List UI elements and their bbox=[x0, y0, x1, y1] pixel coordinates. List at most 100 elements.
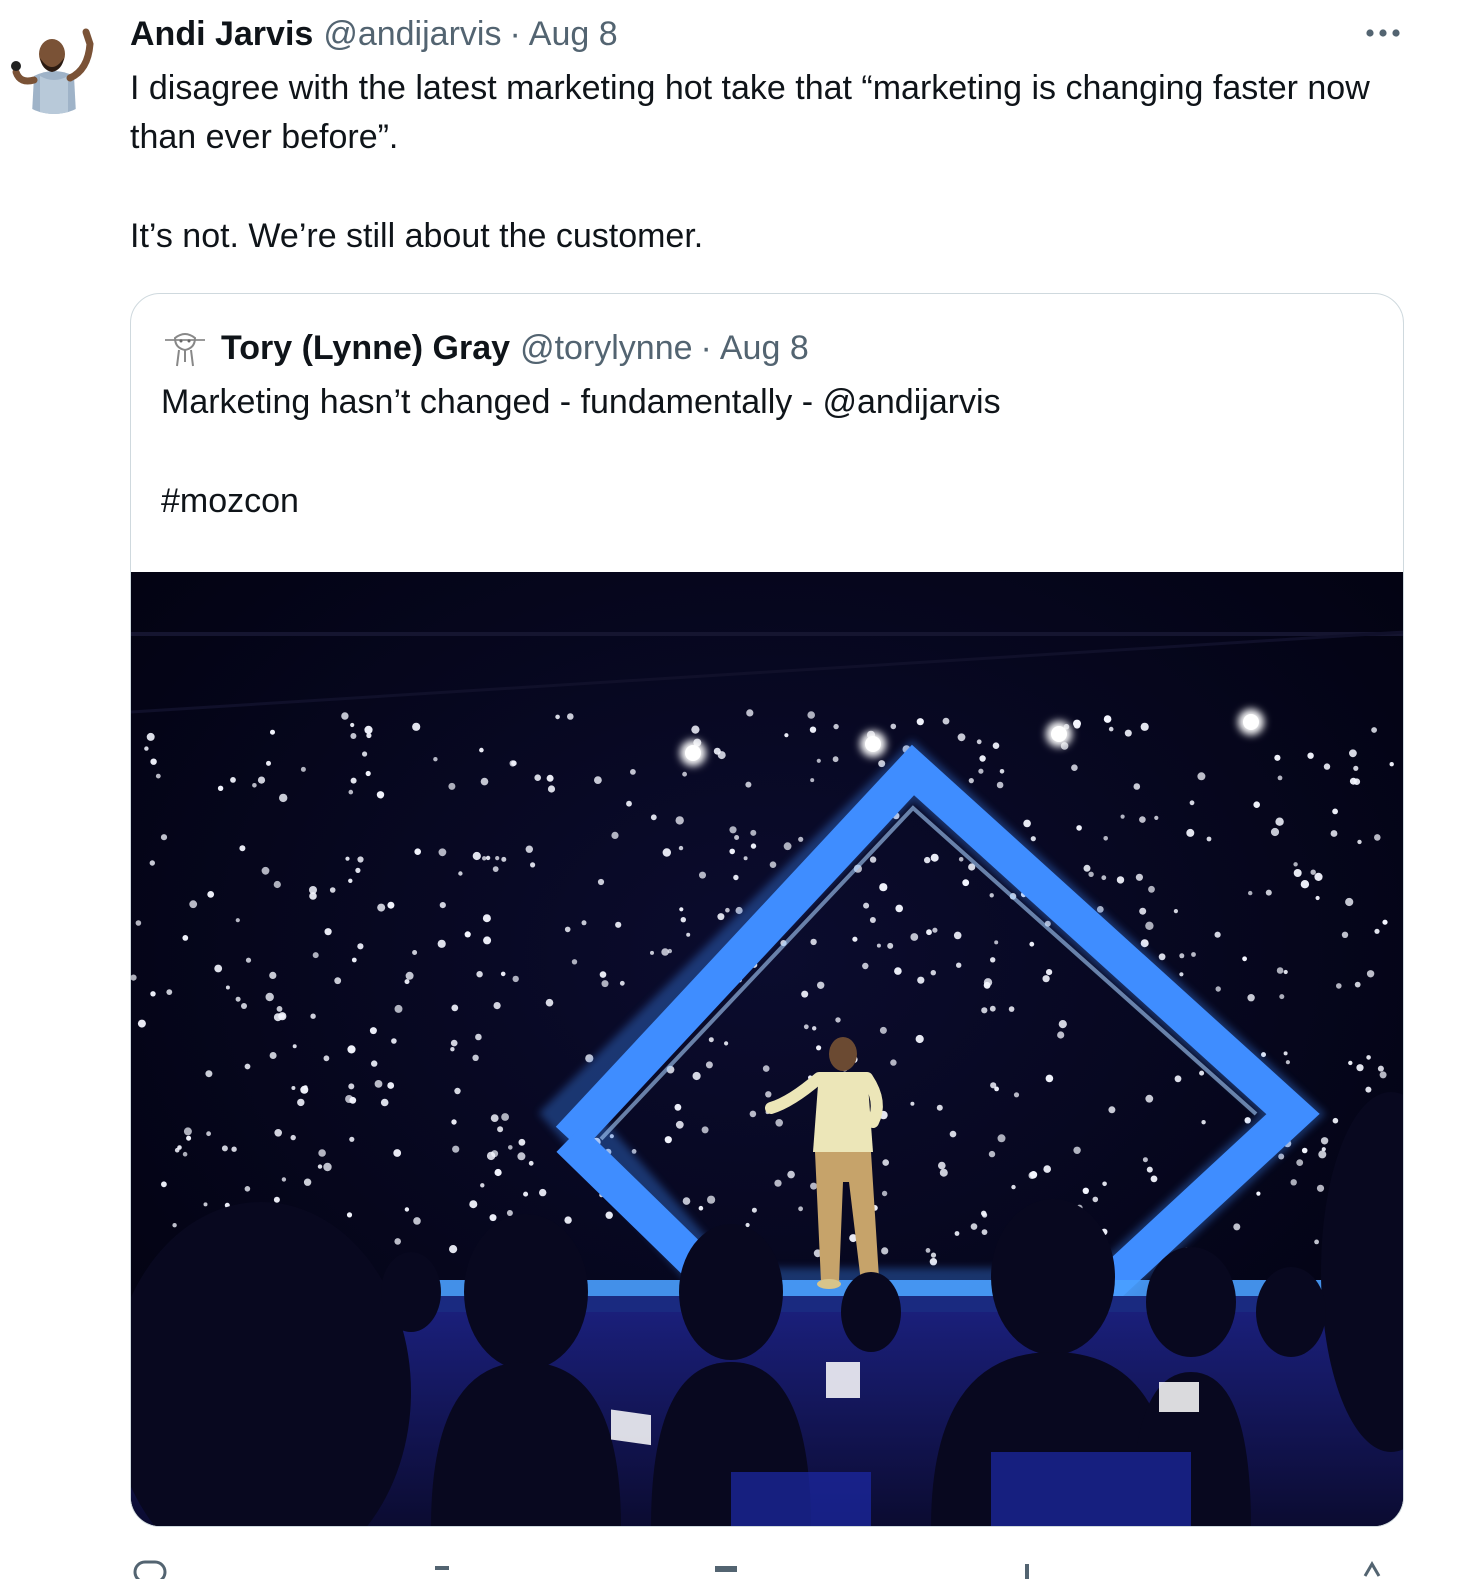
stage-light bbox=[564, 1216, 572, 1224]
stage-light bbox=[523, 1191, 529, 1197]
author-name[interactable]: Andi Jarvis bbox=[130, 15, 313, 54]
quoted-tweet[interactable]: Tory (Lynne) Gray @torylynne · Aug 8 Mar… bbox=[130, 293, 1404, 1527]
tweet-date[interactable]: Aug 8 bbox=[529, 15, 618, 54]
stage-light bbox=[547, 785, 556, 793]
author-handle[interactable]: @andijarvis bbox=[323, 15, 501, 54]
stage-light bbox=[978, 768, 984, 774]
stage-light bbox=[881, 1190, 888, 1197]
stage-light bbox=[1108, 1106, 1116, 1114]
stage-light bbox=[1265, 889, 1272, 896]
stage-light bbox=[1354, 981, 1361, 988]
stage-light bbox=[1285, 1060, 1290, 1065]
quoted-author-handle[interactable]: @torylynne bbox=[520, 329, 692, 368]
stage-light bbox=[925, 1248, 931, 1253]
quoted-tweet-photo[interactable] bbox=[131, 572, 1403, 1526]
stage-light bbox=[244, 1063, 251, 1070]
stage-light bbox=[450, 1047, 455, 1052]
tweet-text-line: I disagree with the latest marketing hot… bbox=[130, 69, 1370, 156]
stage-light bbox=[1357, 839, 1362, 845]
stage-light bbox=[932, 927, 938, 933]
stage-light bbox=[1013, 1092, 1020, 1098]
stage-light bbox=[412, 950, 418, 955]
quoted-tweet-text: Marketing hasn’t changed - fundamentally… bbox=[161, 378, 1361, 526]
stage-light bbox=[1197, 772, 1206, 781]
stage-light bbox=[351, 957, 357, 963]
stage-light bbox=[750, 829, 757, 836]
stage-light bbox=[318, 1149, 326, 1157]
stage-light bbox=[774, 1179, 782, 1187]
stage-light bbox=[894, 967, 902, 975]
quoted-author-name[interactable]: Tory (Lynne) Gray bbox=[221, 329, 510, 368]
quoted-tweet-date[interactable]: Aug 8 bbox=[720, 329, 809, 368]
stage-light bbox=[729, 826, 737, 834]
stage-light bbox=[1120, 814, 1125, 819]
tweet-header: Andi Jarvis @andijarvis · Aug 8 bbox=[130, 12, 618, 56]
stage-light bbox=[265, 992, 274, 1002]
tweet[interactable]: Andi Jarvis @andijarvis · Aug 8 I disagr… bbox=[0, 0, 1461, 1579]
stage-light bbox=[939, 1168, 948, 1177]
stage-light bbox=[528, 1160, 534, 1166]
stage-light bbox=[1139, 907, 1147, 915]
stage-light bbox=[371, 1060, 378, 1067]
stage-light bbox=[439, 902, 446, 909]
stage-light bbox=[135, 920, 142, 926]
stage-light bbox=[601, 980, 609, 988]
stage-light bbox=[724, 1041, 729, 1046]
like-icon bbox=[715, 1566, 737, 1572]
stage-light bbox=[244, 1186, 251, 1192]
stage-light bbox=[810, 778, 815, 783]
stage-light bbox=[976, 739, 982, 745]
stage-light bbox=[500, 971, 506, 977]
stage-light bbox=[810, 1182, 818, 1190]
stage-light bbox=[362, 751, 368, 757]
stage-light bbox=[910, 933, 919, 941]
stage-light bbox=[1277, 775, 1283, 781]
stage-light bbox=[1073, 721, 1081, 729]
stage-light bbox=[245, 957, 252, 963]
more-button[interactable] bbox=[1363, 20, 1403, 48]
stage-light bbox=[835, 1017, 841, 1023]
stage-light bbox=[1314, 1239, 1319, 1245]
stage-light bbox=[876, 943, 881, 948]
stage-light bbox=[449, 1245, 458, 1254]
stage-light bbox=[345, 856, 350, 861]
stage-light bbox=[708, 1037, 714, 1043]
stage-light bbox=[207, 891, 215, 898]
stage-light bbox=[1244, 1117, 1251, 1124]
stage-light bbox=[454, 1087, 461, 1095]
quoted-hashtag[interactable]: #mozcon bbox=[161, 477, 1361, 526]
reply-icon bbox=[133, 1560, 167, 1579]
stage-light bbox=[1189, 800, 1195, 806]
stage-light bbox=[501, 856, 507, 862]
stage-light bbox=[664, 1136, 672, 1144]
quoted-author-avatar[interactable] bbox=[161, 328, 209, 368]
stage-light bbox=[485, 855, 491, 861]
stage-light bbox=[1145, 1094, 1154, 1103]
author-avatar[interactable] bbox=[4, 14, 104, 114]
stage-light bbox=[809, 726, 817, 733]
stage-light bbox=[217, 785, 224, 791]
stage-light bbox=[691, 725, 700, 734]
stage-light bbox=[970, 1223, 978, 1230]
stage-light bbox=[512, 975, 519, 983]
stage-light bbox=[1379, 1071, 1387, 1079]
stage-light bbox=[317, 1164, 323, 1169]
stage-light bbox=[881, 1247, 889, 1255]
stage-light bbox=[1146, 1166, 1153, 1173]
stage-light bbox=[364, 725, 373, 734]
stage-light bbox=[869, 917, 876, 923]
stage-light bbox=[981, 1229, 988, 1235]
stage-light bbox=[1336, 983, 1342, 989]
stage-light bbox=[701, 1126, 709, 1134]
stage-light bbox=[1046, 969, 1053, 976]
stage-light bbox=[798, 1206, 803, 1212]
stage-light bbox=[895, 904, 903, 913]
stage-light bbox=[365, 770, 371, 777]
stage-light bbox=[852, 936, 858, 942]
stage-light bbox=[1124, 729, 1132, 737]
stage-light bbox=[387, 1082, 395, 1089]
stage-light bbox=[291, 1086, 296, 1090]
stage-light bbox=[1215, 986, 1221, 992]
stage-light bbox=[270, 729, 275, 735]
stage-light bbox=[1139, 816, 1146, 823]
